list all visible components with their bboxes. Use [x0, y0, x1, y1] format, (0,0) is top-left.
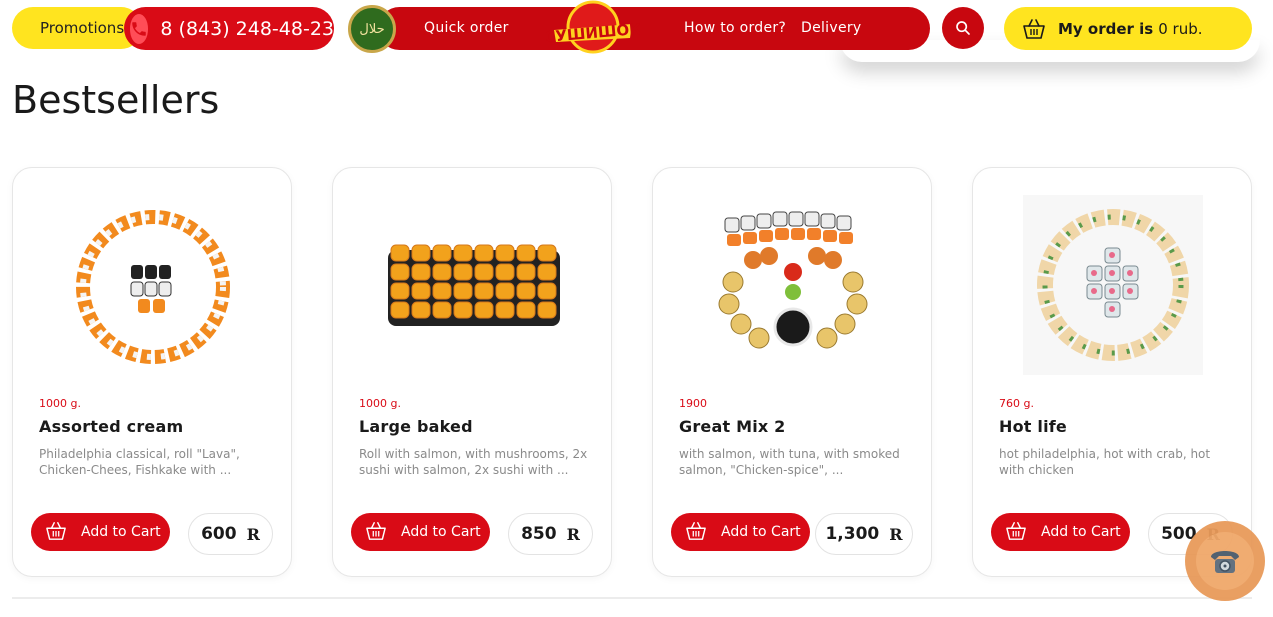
- page-title: Bestsellers: [12, 78, 220, 122]
- phone-icon: [130, 13, 149, 44]
- product-weight: 760 g.: [999, 397, 1034, 410]
- product-description: Roll with salmon, with mushrooms, 2x sus…: [359, 447, 588, 477]
- product-weight: 1900: [679, 397, 707, 410]
- price-value: 1,300: [825, 524, 880, 544]
- nav-how-to-order[interactable]: How to order?: [684, 7, 786, 50]
- product-name[interactable]: Large baked: [359, 417, 473, 436]
- phone-number: 8 (843) 248-48-23: [160, 17, 334, 40]
- halal-badge-icon: حلال: [348, 5, 396, 53]
- order-label: My order is: [1058, 19, 1154, 38]
- product-image[interactable]: [63, 190, 243, 380]
- basket-icon: [685, 521, 707, 543]
- basket-icon: [1022, 16, 1048, 42]
- nav-delivery[interactable]: Delivery: [801, 7, 862, 50]
- price-value: 850: [521, 524, 557, 544]
- add-to-cart-label: Add to Cart: [1041, 524, 1121, 540]
- product-name[interactable]: Assorted cream: [39, 417, 183, 436]
- search-icon: [956, 21, 970, 35]
- price-badge: 850 R: [508, 513, 593, 555]
- product-card[interactable]: 1000 g. Large baked Roll with salmon, wi…: [332, 167, 612, 577]
- callback-widget-button[interactable]: [1185, 521, 1265, 601]
- product-weight: 1000 g.: [359, 397, 401, 410]
- halal-badge-text: حلال: [359, 21, 385, 37]
- site-logo[interactable]: СУШИШОК: [544, 0, 643, 54]
- section-divider: [12, 597, 1252, 599]
- product-card[interactable]: 1900 Great Mix 2 with salmon, with tuna,…: [652, 167, 932, 577]
- add-to-cart-label: Add to Cart: [721, 524, 801, 540]
- product-image[interactable]: [1023, 190, 1203, 380]
- basket-icon: [45, 521, 67, 543]
- product-description: with salmon, with tuna, with smoked salm…: [679, 447, 900, 477]
- price-value: 600: [201, 524, 237, 544]
- product-card[interactable]: 760 g. Hot life hot philadelphia, hot wi…: [972, 167, 1252, 577]
- product-name[interactable]: Hot life: [999, 417, 1067, 436]
- price-badge: 1,300 R: [815, 513, 913, 555]
- product-weight: 1000 g.: [39, 397, 81, 410]
- product-description: Philadelphia classical, roll "Lava", Chi…: [39, 447, 240, 477]
- currency-symbol: R: [566, 524, 580, 544]
- basket-icon: [365, 521, 387, 543]
- currency-symbol: R: [889, 524, 903, 544]
- add-to-cart-label: Add to Cart: [401, 524, 481, 540]
- promotions-button[interactable]: Promotions: [12, 7, 142, 49]
- phone-button[interactable]: 8 (843) 248-48-23: [124, 7, 334, 50]
- add-to-cart-button[interactable]: Add to Cart: [671, 513, 810, 551]
- currency-symbol: R: [246, 524, 260, 544]
- price-badge: 600 R: [188, 513, 273, 555]
- add-to-cart-button[interactable]: Add to Cart: [31, 513, 170, 551]
- add-to-cart-label: Add to Cart: [81, 524, 161, 540]
- nav-quick-order[interactable]: Quick order: [424, 7, 509, 50]
- add-to-cart-button[interactable]: Add to Cart: [991, 513, 1130, 551]
- product-image[interactable]: [703, 190, 883, 380]
- search-button[interactable]: [942, 7, 984, 49]
- order-total: 0 rub.: [1158, 19, 1203, 38]
- site-header: Promotions 8 (843) 248-48-23 حلال Quick …: [0, 0, 1273, 58]
- basket-icon: [1005, 521, 1027, 543]
- product-image[interactable]: [383, 190, 563, 380]
- my-order-button[interactable]: My order is 0 rub.: [1004, 7, 1252, 50]
- promotions-label: Promotions: [40, 19, 125, 37]
- product-description: hot philadelphia, hot with crab, hot wit…: [999, 447, 1211, 477]
- add-to-cart-button[interactable]: Add to Cart: [351, 513, 490, 551]
- call-phone-icon: [1196, 532, 1254, 590]
- product-card[interactable]: 1000 g. Assorted cream Philadelphia clas…: [12, 167, 292, 577]
- product-name[interactable]: Great Mix 2: [679, 417, 786, 436]
